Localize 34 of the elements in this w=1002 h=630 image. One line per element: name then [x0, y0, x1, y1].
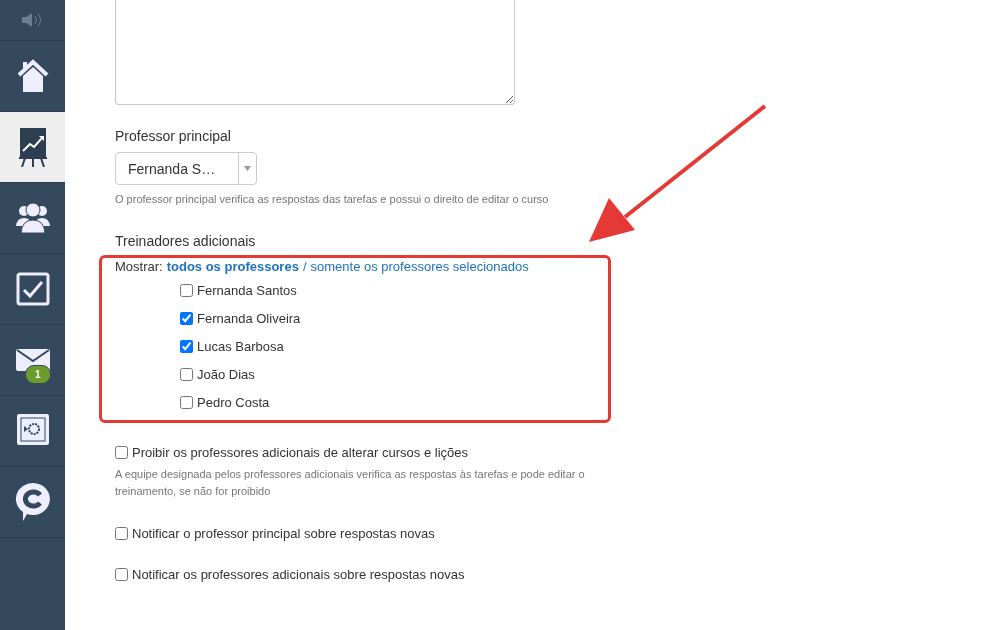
sidebar-item[interactable]	[0, 112, 65, 183]
option-label: Notificar os professores adicionais sobre respostas novas	[132, 567, 465, 582]
people-icon	[14, 202, 51, 234]
teacher-checkbox[interactable]	[180, 367, 193, 381]
option-label: Notificar o professor principal sobre respostas novas	[132, 526, 435, 541]
option-checkbox[interactable]	[115, 527, 128, 540]
teacher-checkbox[interactable]	[180, 311, 193, 325]
field-label: Treinadores adicionais	[115, 233, 256, 249]
teacher-name: Lucas Barbosa	[197, 338, 284, 354]
separator-text: /	[302, 259, 307, 274]
show-label: Mostrar:	[115, 259, 163, 274]
teacher-name: João Dias	[197, 366, 255, 382]
presentation-chart-icon	[18, 127, 47, 167]
teacher-select[interactable]: Fernanda S…	[115, 152, 257, 185]
teacher-checkbox[interactable]	[180, 339, 193, 353]
option-checkbox[interactable]	[115, 446, 128, 459]
count-badge: 1	[25, 365, 51, 384]
caret-icon	[244, 166, 251, 171]
help-text: O professor principal verifica as respostas das tarefas e possui o direito de editar o curso	[115, 192, 549, 207]
teacher-name: Fernanda Santos	[197, 282, 297, 298]
teacher-name: Fernanda Oliveira	[197, 310, 301, 326]
speaker-icon	[21, 13, 44, 27]
chat-bubble-icon	[14, 482, 51, 522]
help-text: A equipe designada pelos professores adicionais verifica as respostas às tarefas e pode editar o treinamento, se não for proibido	[115, 467, 586, 499]
filter-link[interactable]: somente os professores selecionados	[310, 259, 529, 274]
teacher-name: Pedro Costa	[197, 394, 270, 410]
text-area-field[interactable]	[115, 0, 515, 105]
teacher-checkbox[interactable]	[180, 283, 193, 297]
teacher-checkbox[interactable]	[180, 395, 193, 409]
field-label: Professor principal	[115, 128, 231, 144]
option-label: Proibir os professores adicionais de alterar cursos e lições	[132, 445, 468, 460]
filter-link[interactable]: todos os professores	[166, 259, 299, 274]
option-checkbox[interactable]	[115, 568, 128, 581]
checkbox-icon	[15, 272, 50, 306]
